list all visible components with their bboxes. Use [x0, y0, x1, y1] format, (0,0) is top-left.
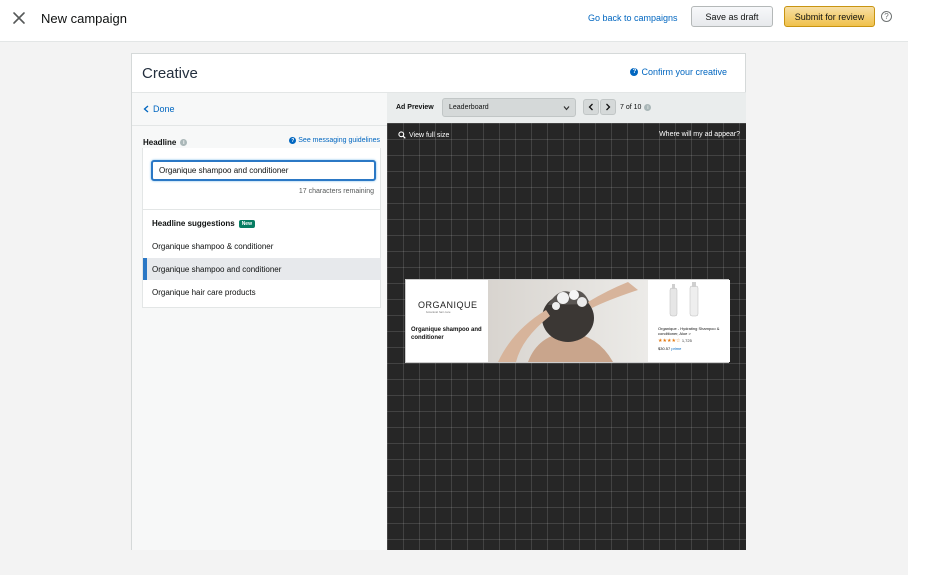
confirm-creative-label: Confirm your creative — [641, 67, 727, 77]
leaderboard-ad: ORGANIQUE botanical hair care Organique … — [405, 279, 730, 363]
previous-button[interactable] — [583, 99, 599, 115]
right-gutter — [908, 0, 927, 575]
brand-logo: ORGANIQUE — [418, 300, 478, 310]
confirm-creative-link[interactable]: ? Confirm your creative — [630, 67, 727, 77]
help-icon: ? — [289, 137, 297, 144]
next-button[interactable] — [600, 99, 616, 115]
submit-for-review-button[interactable]: Submit for review — [784, 6, 875, 27]
hair-washing-image — [488, 280, 648, 362]
back-to-campaigns-link[interactable]: Go back to campaigns — [588, 13, 678, 23]
help-icon[interactable]: ? — [881, 11, 892, 22]
done-link[interactable]: Done — [143, 104, 175, 114]
chevron-left-icon — [143, 105, 149, 113]
ad-product-panel: Organique - Hydrating Shampoo & conditio… — [648, 280, 730, 362]
creative-card: Creative ? Confirm your creative Done He… — [131, 53, 746, 550]
chevron-right-icon — [606, 103, 611, 111]
guidelines-label: See messaging guidelines — [298, 137, 380, 144]
suggestion-item[interactable]: Organique shampoo & conditioner — [143, 235, 381, 257]
rating-stars: ★★★★☆ 1,725 — [658, 338, 692, 344]
pager: 7 of 10 i — [620, 104, 652, 111]
top-bar: New campaign Go back to campaigns Save a… — [0, 0, 908, 42]
chevron-left-icon — [588, 103, 593, 111]
left-panel: Done Headline i ? See messaging guidelin… — [132, 92, 387, 550]
page-title: New campaign — [41, 11, 127, 26]
ad-preview-canvas: View full size Where will my ad appear? … — [387, 123, 746, 550]
suggestion-item[interactable]: Organique hair care products — [143, 281, 381, 303]
card-title: Creative — [142, 65, 198, 82]
new-badge: New — [238, 219, 255, 228]
done-label: Done — [153, 104, 175, 114]
messaging-guidelines-link[interactable]: ? See messaging guidelines — [289, 137, 380, 144]
divider — [132, 125, 387, 126]
close-icon[interactable] — [12, 11, 26, 25]
info-icon: ? — [630, 68, 639, 76]
pager-text: 7 of 10 — [620, 104, 642, 111]
ad-size-value: Leaderboard — [449, 104, 489, 111]
price-value: $30.57 — [658, 346, 671, 351]
suggestion-item-selected[interactable]: Organique shampoo and conditioner — [143, 258, 381, 280]
ad-preview-label: Ad Preview — [396, 104, 434, 111]
characters-remaining: 17 characters remaining — [298, 188, 374, 195]
product-bottles-image — [669, 282, 699, 317]
prime-badge: prime — [671, 346, 682, 351]
product-name: Organique - Hydrating Shampoo & conditio… — [658, 326, 720, 336]
headline-label-text: Headline — [143, 138, 177, 147]
headline-suggestions: Headline suggestions New Organique shamp… — [143, 209, 381, 306]
headline-label: Headline i — [143, 138, 188, 147]
save-draft-button[interactable]: Save as draft — [691, 6, 773, 27]
headline-panel: 17 characters remaining Headline suggest… — [142, 148, 381, 308]
suggestions-header: Headline suggestions New — [152, 219, 255, 228]
product-price: $30.57 prime — [658, 346, 681, 351]
headline-input[interactable] — [151, 160, 376, 181]
info-icon[interactable]: i — [180, 139, 188, 146]
view-full-size-link[interactable]: View full size — [398, 131, 449, 139]
view-full-size-label: View full size — [409, 131, 450, 139]
ad-headline: Organique shampoo and conditioner — [411, 327, 482, 341]
lifestyle-image — [488, 280, 648, 362]
ad-size-select[interactable]: Leaderboard — [442, 98, 576, 117]
suggestions-title: Headline suggestions — [152, 219, 235, 228]
stars: ★★★★☆ — [658, 338, 681, 344]
preview-toolbar: Ad Preview Leaderboard 7 of 10 i — [387, 92, 746, 123]
chevron-down-icon — [563, 106, 570, 111]
info-icon[interactable]: i — [644, 104, 652, 111]
rating-count: 1,725 — [681, 338, 692, 343]
ad-brand-panel: ORGANIQUE botanical hair care Organique … — [406, 280, 488, 362]
where-ad-appear-link[interactable]: Where will my ad appear? — [659, 131, 740, 138]
search-icon — [398, 131, 406, 139]
brand-tagline: botanical hair care — [426, 310, 451, 314]
